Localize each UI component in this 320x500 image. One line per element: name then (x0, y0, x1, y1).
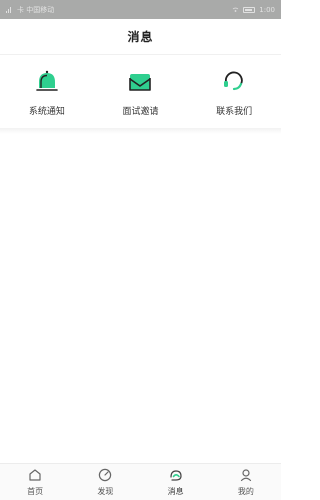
carrier-text: 卡 中国移动 (17, 5, 55, 14)
quick-item-interview-invite[interactable]: 面试邀请 (100, 66, 180, 117)
tab-label-home: 首页 (27, 487, 44, 496)
wifi-icon (232, 6, 239, 13)
section-divider (0, 128, 281, 134)
status-left: 卡 中国移动 (6, 5, 54, 15)
bottom-tabbar: 首页 发现 消息 我的 (0, 463, 281, 500)
user-icon (238, 467, 254, 483)
page-header: 消息 (0, 19, 281, 55)
tab-home[interactable]: 首页 (5, 467, 65, 497)
tab-mine[interactable]: 我的 (216, 467, 276, 497)
signal-icon (6, 6, 13, 13)
bell-icon (32, 66, 62, 96)
tab-messages[interactable]: 消息 (146, 467, 206, 497)
status-time: 1:00 (259, 5, 275, 14)
quick-item-contact-us[interactable]: 联系我们 (194, 66, 274, 117)
battery-icon (243, 6, 256, 13)
tab-label-discover: 发现 (97, 487, 114, 496)
page-title: 消息 (127, 30, 154, 44)
quick-item-system-notice[interactable]: 系统通知 (7, 66, 87, 117)
message-icon (168, 467, 184, 483)
quick-label-interview-invite: 面试邀请 (122, 107, 159, 117)
tab-discover[interactable]: 发现 (75, 467, 135, 497)
tab-label-mine: 我的 (237, 487, 254, 496)
quick-label-system-notice: 系统通知 (28, 107, 65, 117)
compass-icon (97, 467, 113, 483)
status-bar: 卡 中国移动 1:00 (0, 0, 281, 19)
headset-icon (219, 66, 249, 96)
screen: 卡 中国移动 1:00 消息 系统通知 面试邀请 联系我们 首页 发现 消息 我… (0, 0, 281, 500)
tab-label-messages: 消息 (167, 487, 184, 496)
envelope-icon (125, 66, 155, 96)
status-right: 1:00 (232, 6, 275, 14)
home-icon (27, 467, 43, 483)
quick-actions: 系统通知 面试邀请 联系我们 (0, 56, 281, 128)
quick-label-contact-us: 联系我们 (216, 107, 253, 117)
